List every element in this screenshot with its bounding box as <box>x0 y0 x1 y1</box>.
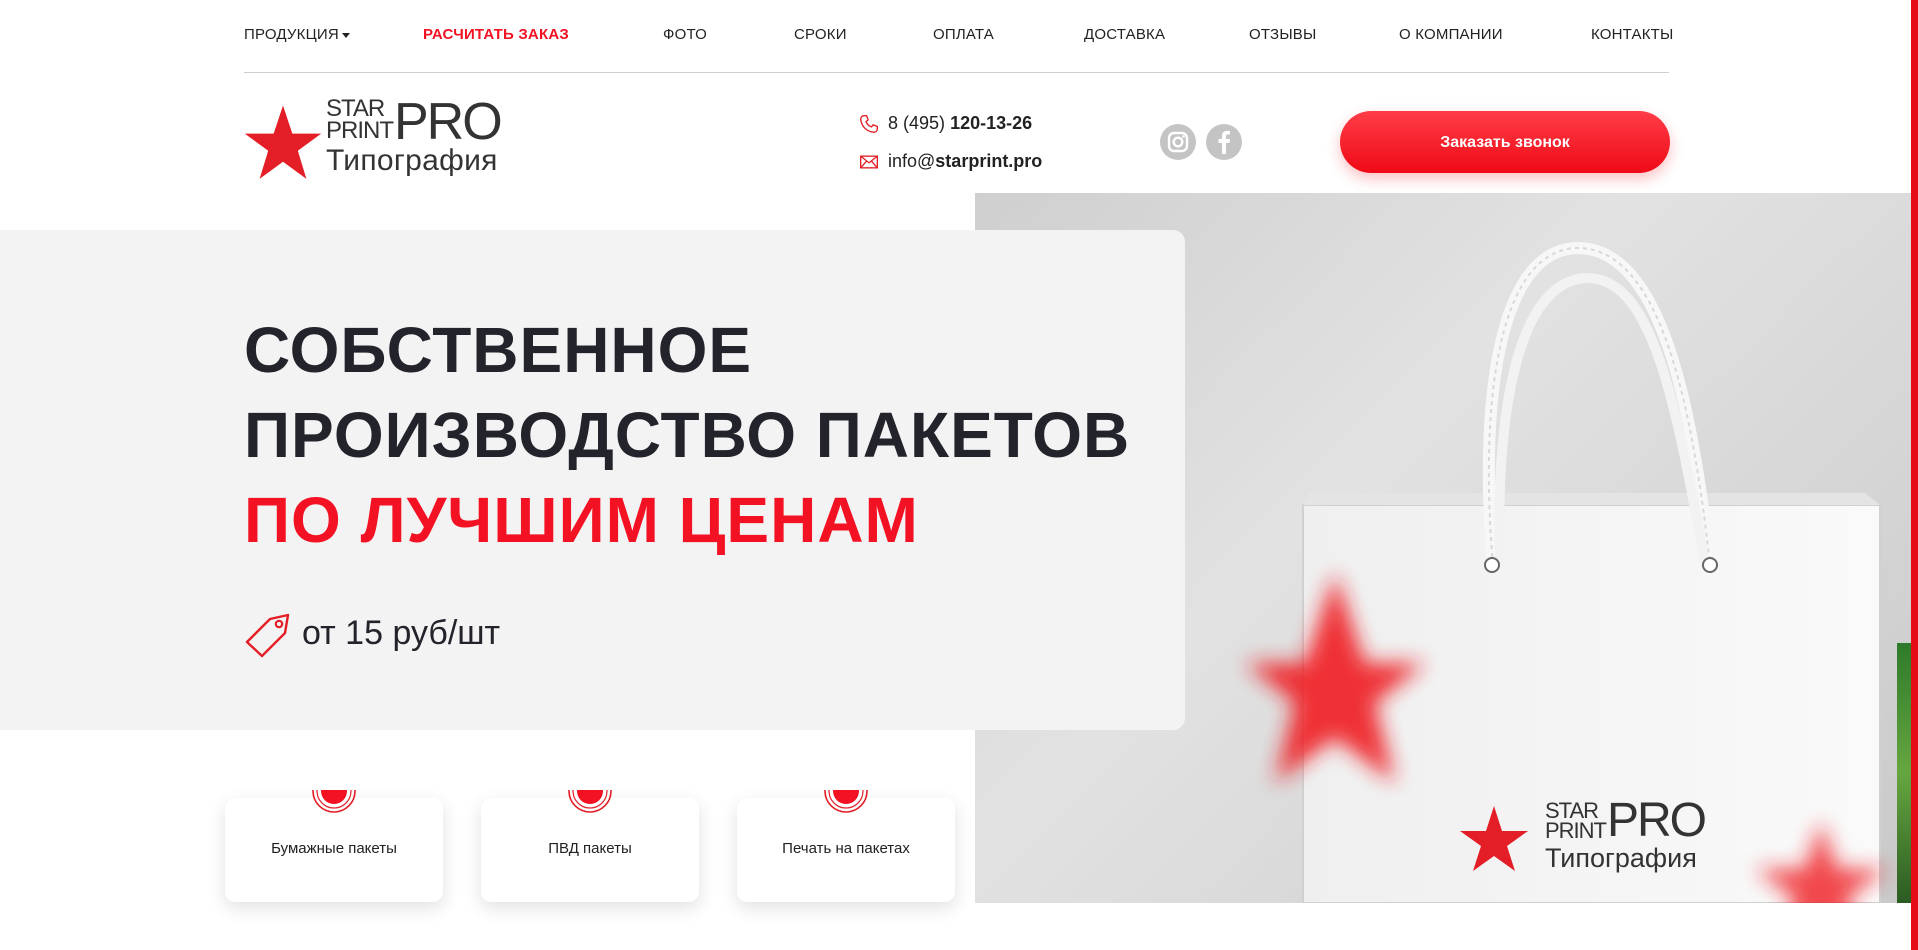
nav-item-delivery[interactable]: ДОСТАВКА <box>1084 26 1165 43</box>
phone-contact[interactable]: 8 (495) 120-13-26 <box>858 113 1032 134</box>
logo-pro-text: PRO <box>394 93 503 151</box>
nav-item-about[interactable]: О КОМПАНИИ <box>1399 26 1503 43</box>
site-logo[interactable]: STAR PRINT PRO Типография <box>244 93 504 180</box>
category-dot-icon <box>567 790 613 814</box>
email-domain: starprint.pro <box>935 151 1043 171</box>
nav-item-photo[interactable]: ФОТО <box>663 26 707 43</box>
nav-item-calculate-order[interactable]: РАСЧИТАТЬ ЗАКАЗ <box>423 26 569 43</box>
hero-heading-line1: СОБСТВЕННОЕ <box>244 314 753 386</box>
category-label: Бумажные пакеты <box>271 840 397 857</box>
facebook-icon <box>1218 130 1230 154</box>
category-dot-icon <box>311 790 357 814</box>
phone-number: 120-13-26 <box>950 113 1033 133</box>
phone-icon <box>859 115 878 134</box>
nav-item-contacts[interactable]: КОНТАКТЫ <box>1591 26 1674 43</box>
nav-item-reviews[interactable]: ОТЗЫВЫ <box>1249 26 1316 43</box>
logo-print-text: PRINT <box>326 117 394 144</box>
mail-icon <box>860 155 878 169</box>
nav-item-terms[interactable]: СРОКИ <box>794 26 847 43</box>
category-card-bag-printing[interactable]: Печать на пакетах <box>737 790 955 902</box>
category-card-paper-bags[interactable]: Бумажные пакеты <box>225 790 443 902</box>
category-label: ПВД пакеты <box>548 840 632 857</box>
nav-item-products[interactable]: ПРОДУКЦИЯ <box>244 26 350 43</box>
category-dot-icon <box>823 790 869 814</box>
bag-logo: STAR PRINT PRO Типография <box>1545 794 1707 873</box>
email-contact[interactable]: info@starprint.pro <box>858 151 1042 172</box>
facebook-link[interactable] <box>1206 124 1242 160</box>
hero-heading-line2: ПРОИЗВОДСТВО ПАКЕТОВ <box>244 399 1131 471</box>
hero-price: от 15 руб/шт <box>244 612 500 658</box>
instagram-icon <box>1167 131 1189 153</box>
hero-heading: СОБСТВЕННОЕ ПРОИЗВОДСТВО ПАКЕТОВ ПО ЛУЧШ… <box>244 308 1130 563</box>
price-text: от 15 руб/шт <box>302 613 501 652</box>
price-tag-icon <box>245 613 290 658</box>
foliage-edge <box>1897 643 1911 903</box>
top-navigation: ПРОДУКЦИЯ РАСЧИТАТЬ ЗАКАЗ ФОТО СРОКИ ОПЛ… <box>244 0 1673 73</box>
logo-subtitle: Типография <box>326 144 498 177</box>
side-accent-bar <box>1911 0 1918 950</box>
category-card-pvd-bags[interactable]: ПВД пакеты <box>481 790 699 902</box>
caret-down-icon <box>341 32 350 38</box>
category-label: Печать на пакетах <box>782 840 910 857</box>
hero-heading-accent: ПО ЛУЧШИМ ЦЕНАМ <box>244 484 919 556</box>
order-call-button[interactable]: Заказать звонок <box>1340 111 1670 173</box>
star-icon <box>244 105 322 179</box>
nav-item-payment[interactable]: ОПЛАТА <box>933 26 994 43</box>
instagram-link[interactable] <box>1160 124 1196 160</box>
